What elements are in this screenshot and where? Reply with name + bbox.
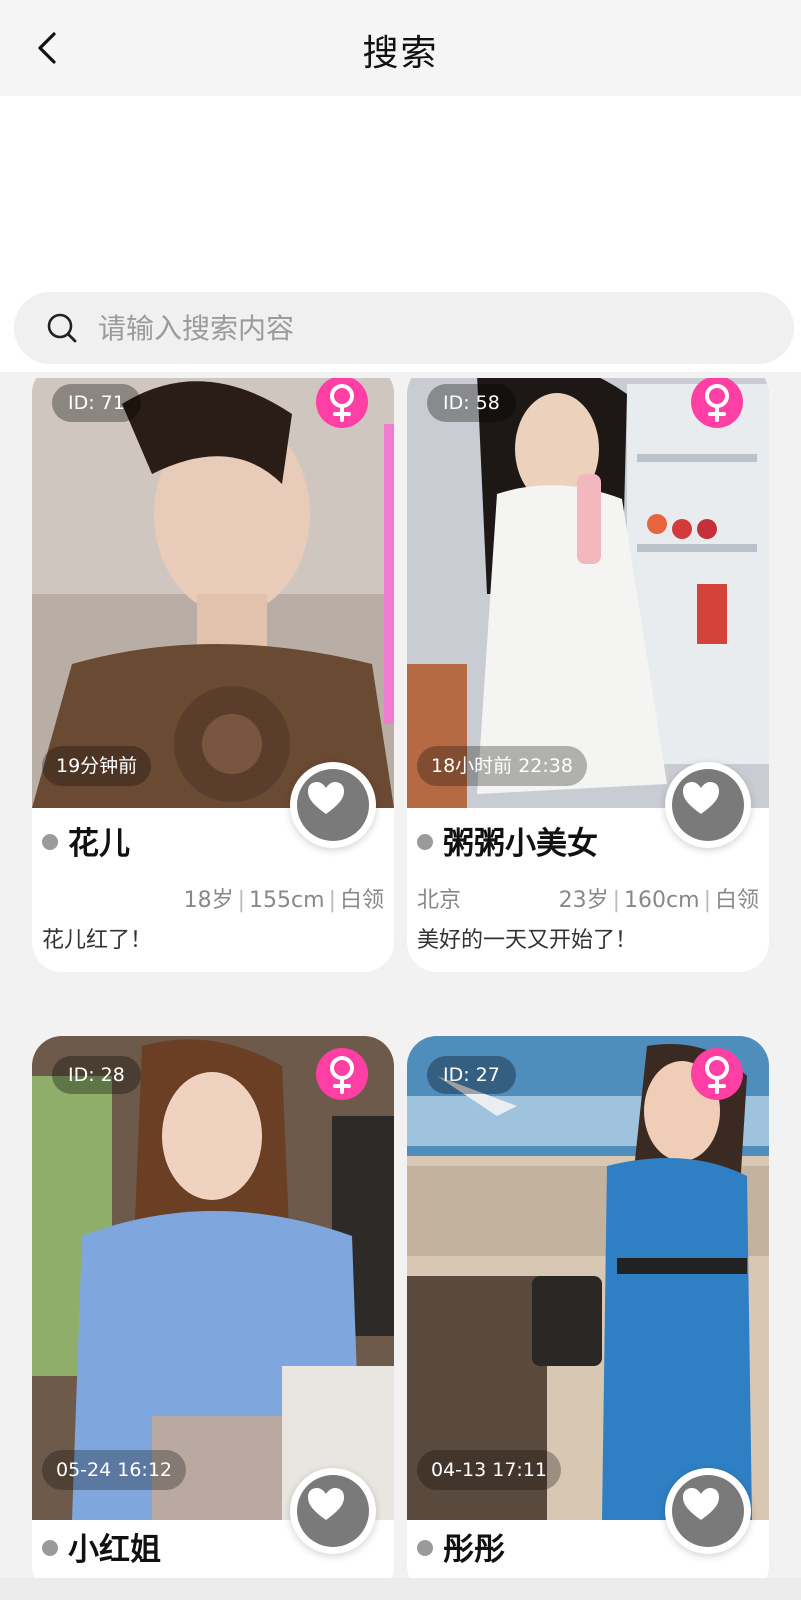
female-icon xyxy=(691,1048,743,1100)
profile-name: 彤彤 xyxy=(443,1532,505,1568)
heart-icon xyxy=(683,782,719,814)
profile-photo[interactable]: ID: 28 05-24 16:12 xyxy=(32,1036,394,1520)
job: 白领 xyxy=(714,888,759,913)
age: 18岁 xyxy=(183,888,234,913)
page-title: 搜索 xyxy=(362,33,439,74)
height: 160cm xyxy=(624,888,700,913)
search-icon xyxy=(47,313,77,343)
heart-icon xyxy=(308,782,344,814)
like-button[interactable] xyxy=(665,762,751,848)
search-input[interactable] xyxy=(98,304,738,352)
profile-photo[interactable]: ID: 71 19分钟前 xyxy=(32,378,394,808)
profile-id-badge: ID: 58 xyxy=(427,384,516,422)
profile-id-badge: ID: 71 xyxy=(52,384,141,422)
profile-stats: 23岁 | 160cm | 白领 xyxy=(558,888,759,913)
profile-card[interactable]: ID: 27 04-13 17:11 彤彤 xyxy=(407,1036,769,1580)
last-active-badge: 05-24 16:12 xyxy=(42,1450,187,1490)
online-status-dot xyxy=(417,1540,433,1556)
female-icon xyxy=(691,378,743,428)
profile-city: 北京 xyxy=(417,888,462,913)
age: 23岁 xyxy=(558,888,609,913)
like-button[interactable] xyxy=(290,1468,376,1554)
profile-name: 小红姐 xyxy=(68,1532,161,1568)
profile-id-badge: ID: 28 xyxy=(52,1056,141,1094)
like-button[interactable] xyxy=(290,762,376,848)
online-status-dot xyxy=(42,834,58,850)
profile-feed[interactable]: ID: 71 19分钟前 花儿 18岁 | 155cm | 白领 花儿红了！ I… xyxy=(0,378,801,1580)
last-active-badge: 18小时前 22:38 xyxy=(417,746,587,786)
female-icon xyxy=(316,1048,368,1100)
online-status-dot xyxy=(417,834,433,850)
profile-bio: 美好的一天又开始了！ xyxy=(417,928,638,953)
heart-icon xyxy=(683,1488,719,1520)
profile-card[interactable]: ID: 28 05-24 16:12 小红姐 xyxy=(32,1036,394,1580)
top-nav-bar: 搜索 xyxy=(0,0,801,96)
last-active-badge: 19分钟前 xyxy=(42,746,152,786)
bottom-edge xyxy=(0,1578,801,1600)
search-bar[interactable] xyxy=(14,292,794,364)
profile-photo[interactable]: ID: 58 18小时前 22:38 xyxy=(407,378,769,808)
profile-stats: 18岁 | 155cm | 白领 xyxy=(183,888,384,913)
profile-photo[interactable]: ID: 27 04-13 17:11 xyxy=(407,1036,769,1520)
profile-card[interactable]: ID: 71 19分钟前 花儿 18岁 | 155cm | 白领 花儿红了！ xyxy=(32,378,394,972)
profile-card[interactable]: ID: 58 18小时前 22:38 粥粥小美女 北京 23岁 | 160cm | 白领… xyxy=(407,378,769,972)
job: 白领 xyxy=(339,888,384,913)
heart-icon xyxy=(308,1488,344,1520)
profile-name: 粥粥小美女 xyxy=(443,826,598,862)
like-button[interactable] xyxy=(665,1468,751,1554)
profile-bio: 花儿红了！ xyxy=(42,928,153,953)
last-active-badge: 04-13 17:11 xyxy=(417,1450,562,1490)
female-icon xyxy=(316,378,368,428)
profile-name: 花儿 xyxy=(68,826,130,862)
online-status-dot xyxy=(42,1540,58,1556)
height: 155cm xyxy=(249,888,325,913)
profile-id-badge: ID: 27 xyxy=(427,1056,516,1094)
